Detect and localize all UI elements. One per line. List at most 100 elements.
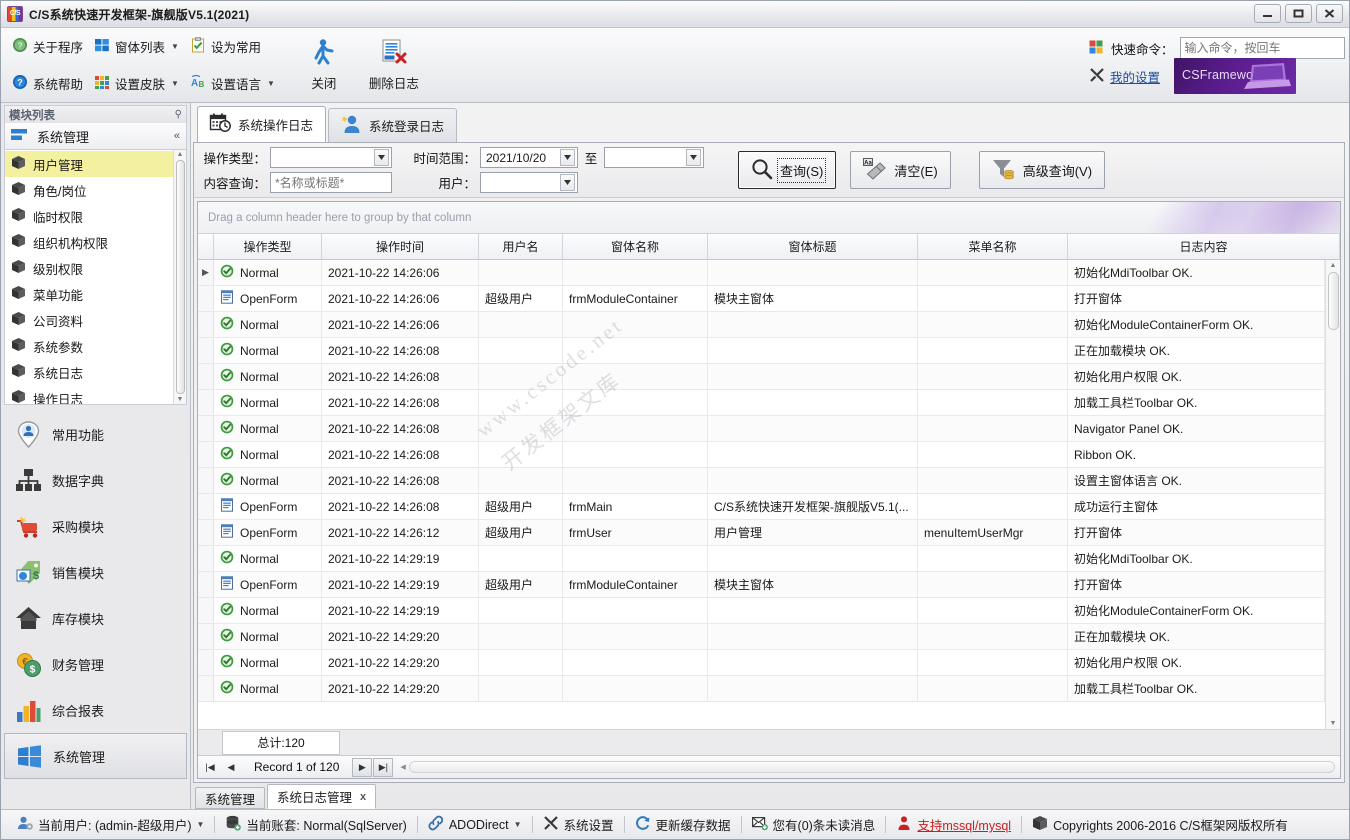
status-item[interactable]: 更新缓存数据 bbox=[625, 814, 741, 836]
table-row[interactable]: Normal2021-10-22 14:26:08设置主窗体语言 OK. bbox=[198, 468, 1325, 494]
toolbar-set-language[interactable]: A B 设置语言 ▼ bbox=[187, 71, 283, 97]
advanced-search-button[interactable]: 高级查询(V) bbox=[979, 151, 1105, 189]
table-row[interactable]: Normal2021-10-22 14:26:08Ribbon OK. bbox=[198, 442, 1325, 468]
grid-vertical-scrollbar[interactable]: ▲ ▼ bbox=[1325, 260, 1340, 729]
sidebar-nav-item[interactable]: 操作日志 bbox=[5, 385, 173, 405]
filter-op-type-combo[interactable] bbox=[270, 147, 392, 168]
sidebar-nav-item[interactable]: 用户管理 bbox=[5, 151, 173, 177]
sidebar-module-item[interactable]: 常用功能 bbox=[4, 411, 187, 457]
nav-next-button[interactable]: ▶ bbox=[352, 758, 372, 777]
sidebar-module-item[interactable]: €$ 财务管理 bbox=[4, 641, 187, 687]
close-icon[interactable]: x bbox=[360, 791, 366, 803]
search-button[interactable]: 查询(S) bbox=[738, 151, 836, 189]
chevron-down-icon[interactable] bbox=[374, 149, 389, 166]
table-row[interactable]: OpenForm2021-10-22 14:26:12超级用户frmUser用户… bbox=[198, 520, 1325, 546]
status-item[interactable]: 系统设置 bbox=[533, 814, 624, 836]
table-row[interactable]: Normal2021-10-22 14:29:19初始化MdiToolbar O… bbox=[198, 546, 1325, 572]
toolbar-window-list[interactable]: 窗体列表 ▼ bbox=[91, 34, 187, 60]
scroll-up-icon[interactable]: ▲ bbox=[1330, 260, 1337, 271]
filter-user-combo[interactable] bbox=[480, 172, 578, 193]
toolbar-set-skin[interactable]: 设置皮肤 ▼ bbox=[91, 71, 187, 97]
grid-column-header[interactable]: 窗体名称 bbox=[563, 234, 708, 259]
nav-last-button[interactable]: ▶| bbox=[373, 758, 393, 777]
pin-icon[interactable]: ⚲ bbox=[175, 109, 182, 120]
sidebar-module-item[interactable]: 库存模块 bbox=[4, 595, 187, 641]
sidebar-module-item[interactable]: $ 销售模块 bbox=[4, 549, 187, 595]
clear-button[interactable]: Aa 清空(E) bbox=[850, 151, 950, 189]
table-row[interactable]: OpenForm2021-10-22 14:26:06超级用户frmModule… bbox=[198, 286, 1325, 312]
scrollbar-thumb[interactable] bbox=[176, 160, 185, 394]
table-row[interactable]: Normal2021-10-22 14:29:19初始化ModuleContai… bbox=[198, 598, 1325, 624]
table-row[interactable]: Normal2021-10-22 14:26:08初始化用户权限 OK. bbox=[198, 364, 1325, 390]
status-item[interactable]: Copyrights 2006-2016 C/S框架网版权所有 bbox=[1022, 814, 1298, 836]
grid-column-header[interactable]: 用户名 bbox=[479, 234, 563, 259]
sidebar-nav-item[interactable]: 级别权限 bbox=[5, 255, 173, 281]
filter-content-input[interactable] bbox=[270, 172, 392, 193]
chevron-left-icon[interactable]: « bbox=[174, 130, 180, 142]
document-tab[interactable]: 系统日志管理x bbox=[267, 784, 376, 809]
scroll-down-icon[interactable]: ▼ bbox=[1330, 718, 1337, 729]
sidebar-module-item[interactable]: 采购模块 bbox=[4, 503, 187, 549]
sidebar-module-item[interactable]: 综合报表 bbox=[4, 687, 187, 733]
status-item[interactable]: 支持mssql/mysql bbox=[886, 814, 1021, 836]
sidebar-nav-item[interactable]: 角色/岗位 bbox=[5, 177, 173, 203]
table-row[interactable]: Normal2021-10-22 14:29:20加载工具栏Toolbar OK… bbox=[198, 676, 1325, 702]
toolbar-close-button[interactable]: 关闭 bbox=[293, 32, 355, 98]
tab-system-login-log[interactable]: 系统登录日志 bbox=[328, 108, 457, 142]
toolbar-system-help[interactable]: ? 系统帮助 bbox=[9, 71, 91, 97]
grid-horizontal-scrollbar[interactable]: ◀ bbox=[397, 760, 1335, 774]
toolbar-delete-log-button[interactable]: 删除日志 bbox=[363, 32, 425, 98]
maximize-button[interactable] bbox=[1285, 4, 1312, 23]
scroll-left-icon[interactable]: ◀ bbox=[397, 763, 408, 771]
minimize-button[interactable] bbox=[1254, 4, 1281, 23]
close-button[interactable] bbox=[1316, 4, 1343, 23]
toolbar-about-program[interactable]: ? 关于程序 bbox=[9, 34, 91, 60]
table-row[interactable]: Normal2021-10-22 14:26:08加载工具栏Toolbar OK… bbox=[198, 390, 1325, 416]
group-panel[interactable]: Drag a column header here to group by th… bbox=[198, 202, 1340, 234]
table-row[interactable]: ▶ Normal2021-10-22 14:26:06初始化MdiToolbar… bbox=[198, 260, 1325, 286]
grid-column-header[interactable]: 窗体标题 bbox=[708, 234, 918, 259]
status-item[interactable]: 当前用户: (admin-超级用户)▼ bbox=[7, 814, 214, 836]
table-row[interactable]: Normal2021-10-22 14:26:08Navigator Panel… bbox=[198, 416, 1325, 442]
grid-column-header[interactable]: 操作时间 bbox=[322, 234, 479, 259]
table-row[interactable]: Normal2021-10-22 14:26:08正在加载模块 OK. bbox=[198, 338, 1325, 364]
scroll-down-icon[interactable]: ▼ bbox=[177, 396, 184, 403]
grid-column-header[interactable]: 菜单名称 bbox=[918, 234, 1068, 259]
scroll-up-icon[interactable]: ▲ bbox=[177, 151, 184, 158]
sidebar-module-item[interactable]: 系统管理 bbox=[4, 733, 187, 779]
sidebar-nav-item[interactable]: 公司资料 bbox=[5, 307, 173, 333]
filter-date-from[interactable]: 2021/10/20 bbox=[480, 147, 578, 168]
nav-prev-button[interactable]: ◀ bbox=[221, 758, 241, 777]
chevron-down-icon[interactable]: ▼ bbox=[514, 820, 522, 829]
tab-system-operation-log[interactable]: 系统操作日志 bbox=[197, 106, 326, 142]
quick-command-input[interactable] bbox=[1180, 37, 1345, 59]
sidebar-nav-item[interactable]: 菜单功能 bbox=[5, 281, 173, 307]
status-item[interactable]: ADODirect▼ bbox=[418, 814, 532, 836]
scrollbar-thumb[interactable] bbox=[1328, 272, 1339, 330]
table-row[interactable]: Normal2021-10-22 14:29:20初始化用户权限 OK. bbox=[198, 650, 1325, 676]
document-tab[interactable]: 系统管理 bbox=[195, 787, 265, 809]
chevron-down-icon[interactable] bbox=[560, 174, 575, 191]
my-settings-text[interactable]: 我的设置 bbox=[1110, 67, 1160, 86]
table-row[interactable]: OpenForm2021-10-22 14:26:08超级用户frmMainC/… bbox=[198, 494, 1325, 520]
table-row[interactable]: Normal2021-10-22 14:26:06初始化ModuleContai… bbox=[198, 312, 1325, 338]
table-row[interactable]: OpenForm2021-10-22 14:29:19超级用户frmModule… bbox=[198, 572, 1325, 598]
sidebar-group-header[interactable]: 系统管理 « bbox=[4, 123, 187, 150]
sidebar-nav-item[interactable]: 系统日志 bbox=[5, 359, 173, 385]
status-item[interactable]: 您有(0)条未读消息 bbox=[742, 814, 886, 836]
chevron-down-icon[interactable] bbox=[686, 149, 701, 166]
nav-first-button[interactable]: |◀ bbox=[200, 758, 220, 777]
sidebar-nav-item[interactable]: 组织机构权限 bbox=[5, 229, 173, 255]
grid-column-header[interactable]: 日志内容 bbox=[1068, 234, 1340, 259]
filter-date-to[interactable] bbox=[604, 147, 704, 168]
chevron-down-icon[interactable]: ▼ bbox=[196, 820, 204, 829]
table-row[interactable]: Normal2021-10-22 14:29:20正在加载模块 OK. bbox=[198, 624, 1325, 650]
sidebar-module-item[interactable]: 数据字典 bbox=[4, 457, 187, 503]
sidebar-nav-item[interactable]: 系统参数 bbox=[5, 333, 173, 359]
my-settings-link[interactable]: 我的设置 bbox=[1089, 67, 1160, 86]
chevron-down-icon[interactable] bbox=[560, 149, 575, 166]
status-item[interactable]: 当前账套: Normal(SqlServer) bbox=[215, 814, 416, 836]
sidebar-scrollbar[interactable]: ▲ ▼ bbox=[173, 150, 186, 404]
grid-column-header[interactable]: 操作类型 bbox=[214, 234, 322, 259]
hscroll-track[interactable] bbox=[409, 761, 1335, 773]
